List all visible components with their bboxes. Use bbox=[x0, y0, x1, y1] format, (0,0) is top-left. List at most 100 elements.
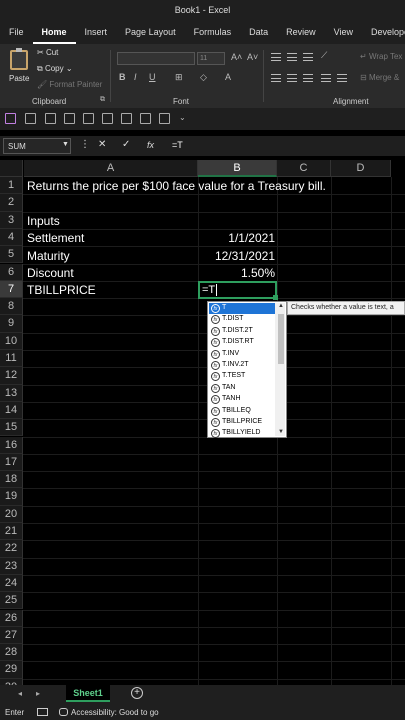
form-icon[interactable] bbox=[83, 113, 94, 124]
autocomplete-item[interactable]: fx TBILLEQ bbox=[209, 406, 275, 417]
autocomplete-item[interactable]: fx T.INV.2T bbox=[209, 360, 275, 371]
tab-file[interactable]: File bbox=[0, 22, 33, 44]
row-header-6[interactable]: 6 bbox=[0, 263, 23, 281]
fill-color-icon[interactable]: ◇ bbox=[200, 72, 207, 83]
copy-button[interactable]: ⧉ Copy ⌄ bbox=[37, 64, 73, 74]
scrollbar-thumb[interactable] bbox=[278, 314, 284, 364]
cut-button[interactable]: ✂ Cut bbox=[37, 48, 58, 57]
row-header-26[interactable]: 26 bbox=[0, 609, 23, 627]
insert-function-icon[interactable]: fx bbox=[147, 140, 154, 150]
name-box[interactable]: SUM bbox=[3, 138, 71, 154]
cell-a3[interactable]: Inputs bbox=[27, 212, 60, 229]
row-header-7[interactable]: 7 bbox=[0, 280, 23, 299]
row-header-29[interactable]: 29 bbox=[0, 661, 23, 679]
formula-input[interactable]: =T bbox=[172, 140, 183, 150]
decrease-font-icon[interactable]: A˅ bbox=[247, 52, 258, 62]
wrap-text-button[interactable]: ↵ Wrap Tex bbox=[360, 52, 402, 61]
row-header-11[interactable]: 11 bbox=[0, 350, 23, 368]
tab-developer[interactable]: Develope bbox=[362, 22, 405, 44]
autocomplete-item[interactable]: fx TBILLYIELD bbox=[209, 428, 275, 439]
row-header-5[interactable]: 5 bbox=[0, 246, 23, 264]
row-header-1[interactable]: 1 bbox=[0, 177, 23, 195]
column-header-c[interactable]: C bbox=[277, 160, 331, 177]
tab-home[interactable]: Home bbox=[32, 22, 76, 44]
cell-a4[interactable]: Settlement bbox=[27, 229, 84, 246]
align-center-icon[interactable] bbox=[287, 74, 297, 82]
row-header-24[interactable]: 24 bbox=[0, 574, 23, 593]
autocomplete-item[interactable]: fx T.DIST.2T bbox=[209, 326, 275, 337]
row-header-25[interactable]: 25 bbox=[0, 592, 23, 610]
scroll-up-icon[interactable]: ▲ bbox=[278, 303, 284, 309]
accessibility-icon[interactable] bbox=[59, 708, 68, 716]
orientation-icon[interactable]: ⟋ bbox=[321, 50, 327, 61]
increase-font-icon[interactable]: A˄ bbox=[231, 52, 242, 62]
sheet-tab-sheet1[interactable]: Sheet1 bbox=[66, 685, 110, 702]
customize-toolbar-icon[interactable]: ⌄ bbox=[179, 113, 186, 122]
save-icon[interactable] bbox=[5, 113, 16, 124]
merge-center-button[interactable]: ⊟ Merge & bbox=[360, 73, 399, 82]
tab-formulas[interactable]: Formulas bbox=[185, 22, 241, 44]
next-sheet-icon[interactable]: ▸ bbox=[36, 689, 40, 698]
macro-record-icon[interactable] bbox=[37, 708, 48, 716]
table-icon[interactable] bbox=[102, 113, 113, 124]
row-header-14[interactable]: 14 bbox=[0, 401, 23, 420]
row-header-10[interactable]: 10 bbox=[0, 332, 23, 350]
cell-a6[interactable]: Discount bbox=[27, 264, 74, 281]
worksheet-grid[interactable]: A B C D 1 2 3 4 5 6 7 8 9 10 11 12 13 14 15 16 17 18 19 20 2… bbox=[0, 160, 405, 685]
autocomplete-item[interactable]: fx TANH bbox=[209, 394, 275, 405]
row-header-20[interactable]: 20 bbox=[0, 505, 23, 523]
column-header-d[interactable]: D bbox=[331, 160, 391, 177]
row-header-21[interactable]: 21 bbox=[0, 523, 23, 541]
cell-a7[interactable]: TBILLPRICE bbox=[27, 281, 96, 298]
superscript-icon[interactable] bbox=[159, 113, 170, 124]
autocomplete-item[interactable]: fx TAN bbox=[209, 383, 275, 394]
row-header-2[interactable]: 2 bbox=[0, 194, 23, 212]
prev-sheet-icon[interactable]: ◂ bbox=[18, 689, 22, 698]
touch-mode-icon[interactable] bbox=[45, 113, 56, 124]
row-header-9[interactable]: 9 bbox=[0, 315, 23, 333]
chevron-down-icon[interactable]: ▼ bbox=[62, 141, 69, 148]
row-header-28[interactable]: 28 bbox=[0, 644, 23, 662]
autocomplete-item[interactable]: fx T.TEST bbox=[209, 371, 275, 382]
select-all-corner[interactable] bbox=[0, 160, 23, 177]
row-header-8[interactable]: 8 bbox=[0, 298, 23, 316]
row-header-3[interactable]: 3 bbox=[0, 211, 23, 229]
tab-page-layout[interactable]: Page Layout bbox=[116, 22, 185, 44]
align-left-icon[interactable] bbox=[271, 74, 281, 82]
active-cell-b7[interactable]: =T bbox=[198, 281, 277, 299]
row-header-4[interactable]: 4 bbox=[0, 228, 23, 247]
subscript-icon[interactable] bbox=[140, 113, 151, 124]
row-header-12[interactable]: 12 bbox=[0, 367, 23, 385]
tab-data[interactable]: Data bbox=[240, 22, 277, 44]
autocomplete-item[interactable]: fx T.DIST.RT bbox=[209, 337, 275, 348]
cell-b6[interactable]: 1.50% bbox=[198, 264, 277, 281]
font-name-select[interactable] bbox=[117, 52, 195, 65]
autocomplete-item[interactable]: fx T.INV bbox=[209, 349, 275, 360]
brush-icon[interactable] bbox=[25, 113, 36, 124]
sort-icon[interactable] bbox=[64, 113, 75, 124]
row-header-23[interactable]: 23 bbox=[0, 557, 23, 575]
autocomplete-item[interactable]: fx T bbox=[209, 303, 275, 315]
cell-a5[interactable]: Maturity bbox=[27, 247, 70, 264]
cancel-icon[interactable]: ✕ bbox=[98, 139, 106, 150]
tab-review[interactable]: Review bbox=[277, 22, 325, 44]
fill-handle[interactable] bbox=[273, 295, 278, 300]
autocomplete-item[interactable]: fx T.DIST bbox=[209, 314, 275, 325]
accessibility-status[interactable]: Accessibility: Good to go bbox=[71, 708, 159, 717]
align-bottom-icon[interactable] bbox=[303, 53, 313, 61]
row-header-18[interactable]: 18 bbox=[0, 471, 23, 489]
tab-insert[interactable]: Insert bbox=[76, 22, 117, 44]
underline-icon[interactable]: U bbox=[149, 72, 156, 82]
format-painter-button[interactable]: 🖌 Format Painter bbox=[37, 80, 102, 89]
cell-b4[interactable]: 1/1/2021 bbox=[198, 229, 277, 246]
row-header-16[interactable]: 16 bbox=[0, 436, 23, 454]
decrease-indent-icon[interactable] bbox=[321, 74, 331, 82]
autocomplete-item[interactable]: fx TBILLPRICE bbox=[209, 417, 275, 428]
add-sheet-icon[interactable]: + bbox=[131, 687, 143, 699]
row-header-15[interactable]: 15 bbox=[0, 419, 23, 437]
align-right-icon[interactable] bbox=[303, 74, 313, 82]
increase-indent-icon[interactable] bbox=[337, 74, 347, 82]
borders-icon[interactable]: ⊞ bbox=[175, 72, 183, 83]
more-options-icon[interactable]: ⋮ bbox=[80, 139, 90, 150]
row-header-13[interactable]: 13 bbox=[0, 384, 23, 402]
